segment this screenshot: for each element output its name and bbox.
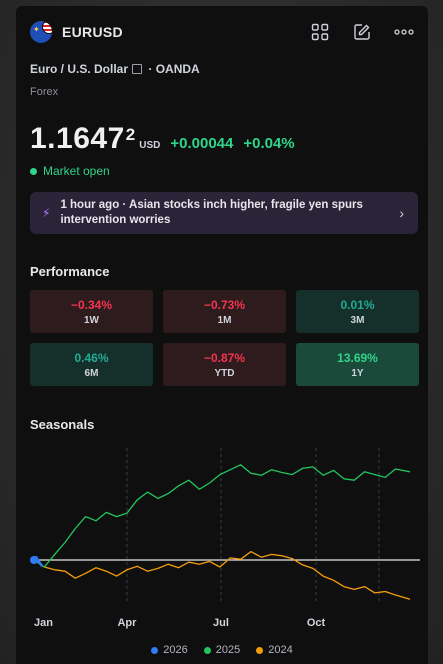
market-status-text: Market open — [43, 164, 110, 178]
subtitle-separator: · — [148, 62, 153, 76]
legend-label: 2024 — [268, 644, 293, 656]
performance-value: 0.46% — [74, 350, 109, 365]
legend-swatch-icon — [256, 646, 264, 654]
performance-cell-6m[interactable]: 0.46% 6M — [30, 343, 153, 386]
news-banner[interactable]: ⚡ 1 hour ago · Asian stocks inch higher,… — [30, 192, 418, 234]
header: ✦ EURUSD — [30, 18, 414, 46]
performance-cell-3m[interactable]: 0.01% 3M — [296, 290, 419, 333]
performance-period: 1Y — [351, 367, 364, 379]
symbol-details-panel: ✦ EURUSD Euro / U.S. Dollar · OANDA Fore… — [16, 6, 428, 664]
instrument-subtitle: Euro / U.S. Dollar · OANDA — [30, 62, 200, 76]
series-point-2026 — [30, 556, 38, 564]
performance-value: −0.73% — [203, 297, 246, 312]
legend-label: 2025 — [215, 644, 241, 656]
grid-icon[interactable] — [310, 22, 330, 42]
seasonals-chart-svg: Jan Apr Jul Oct — [30, 448, 420, 629]
legend-item-2026[interactable]: 2026 — [151, 644, 188, 656]
seasonals-chart[interactable]: Jan Apr Jul Oct — [30, 442, 420, 632]
legend-swatch-icon — [203, 646, 211, 654]
more-icon[interactable] — [394, 22, 414, 42]
x-tick-label: Jan — [34, 617, 53, 629]
news-text: 1 hour ago · Asian stocks inch higher, f… — [60, 199, 363, 226]
series-line-2024 — [33, 550, 411, 600]
performance-value: 13.69% — [337, 350, 378, 365]
performance-cell-1y[interactable]: 13.69% 1Y — [296, 343, 419, 386]
performance-title: Performance — [30, 264, 110, 279]
x-tick-label: Apr — [117, 617, 137, 629]
legend-item-2024[interactable]: 2024 — [256, 644, 293, 656]
seasonals-title: Seasonals — [30, 417, 95, 432]
price-currency: USD — [139, 140, 161, 151]
performance-cell-1w[interactable]: −0.34% 1W — [30, 290, 153, 333]
market-open-dot-icon — [30, 167, 37, 175]
performance-grid: −0.34% 1W −0.73% 1M 0.01% 3M 0.46% 6M −0.87% YTD 1… — [30, 290, 420, 386]
last-price: 1.1647 — [30, 122, 125, 155]
broker-name[interactable]: OANDA — [156, 62, 200, 76]
legend-swatch-icon — [151, 646, 159, 654]
performance-value: −0.87% — [203, 350, 246, 365]
performance-value: 0.01% — [340, 297, 375, 312]
instrument-name: Euro / U.S. Dollar — [30, 62, 129, 76]
eurusd-flag-icon: ✦ — [30, 21, 52, 43]
quote-row: 1.1647 2 USD +0.00044 +0.04% — [30, 122, 295, 156]
legend-item-2025[interactable]: 2025 — [203, 644, 241, 656]
series-line-2025 — [33, 464, 411, 568]
performance-period: YTD — [214, 367, 235, 379]
edit-icon[interactable] — [352, 22, 372, 42]
performance-period: 6M — [84, 367, 99, 379]
performance-cell-1m[interactable]: −0.73% 1M — [163, 290, 286, 333]
market-status: Market open — [30, 164, 110, 178]
symbol-name[interactable]: EURUSD — [62, 24, 123, 40]
performance-cell-ytd[interactable]: −0.87% YTD — [163, 343, 286, 386]
external-link-icon[interactable] — [132, 64, 143, 74]
lightning-icon: ⚡ — [42, 206, 51, 220]
performance-value: −0.34% — [70, 297, 113, 312]
performance-period: 1M — [217, 314, 232, 326]
legend-label: 2026 — [163, 644, 188, 656]
price-change: +0.00044 — [170, 135, 234, 152]
price-change-percent: +0.04% — [243, 135, 295, 152]
performance-period: 3M — [350, 314, 365, 326]
instrument-category: Forex — [30, 86, 59, 98]
chevron-right-icon: › — [399, 205, 404, 221]
seasonals-legend: 2026 2025 2024 — [16, 644, 428, 656]
performance-period: 1W — [84, 314, 99, 326]
x-tick-label: Oct — [307, 617, 326, 629]
x-tick-label: Jul — [213, 617, 229, 629]
last-price-fraction: 2 — [125, 125, 136, 144]
